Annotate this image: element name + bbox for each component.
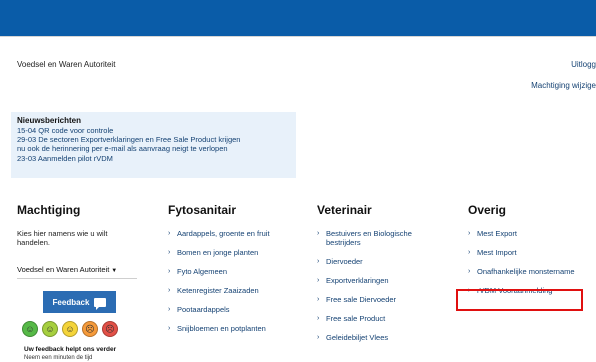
list-item[interactable]: › Aardappels, groente en fruit — [168, 229, 303, 238]
chevron-right-icon: › — [168, 325, 171, 332]
list-item[interactable]: › Bestuivers en Biologische bestrijders — [317, 229, 442, 247]
chevron-right-icon: › — [168, 249, 171, 256]
news-title: Nieuwsberichten — [17, 116, 82, 125]
list-item[interactable]: › Geleidebiljet Vlees — [317, 333, 442, 342]
news-item[interactable]: 15-04 QR code voor controle — [17, 126, 290, 135]
news-item[interactable]: 23-03 Aanmelden pilot rVDM — [17, 154, 290, 163]
chevron-right-icon: › — [317, 277, 320, 284]
organization-name: Voedsel en Waren Autoriteit — [17, 60, 116, 69]
list-item[interactable]: › Pootaardappels — [168, 305, 303, 314]
select-underline — [17, 278, 137, 279]
list-item[interactable]: › Onafhankelijke monstername — [468, 267, 596, 276]
machtiging-description: Kies hier namens wie u wilt handelen. — [17, 229, 108, 247]
sad-face-icon[interactable]: ☹ — [82, 321, 98, 337]
highlight-box — [456, 289, 583, 311]
top-header-bar — [0, 0, 596, 36]
chevron-right-icon: › — [317, 334, 320, 341]
list-item[interactable]: › Ketenregister Zaaizaden — [168, 286, 303, 295]
fytosanitair-list: › Aardappels, groente en fruit › Bomen en … — [168, 229, 303, 343]
chevron-right-icon: › — [317, 296, 320, 303]
chevron-down-icon: ▼ — [111, 268, 118, 274]
very-sad-face-icon[interactable]: ☹ — [102, 321, 118, 337]
chevron-right-icon: › — [168, 287, 171, 294]
chevron-right-icon: › — [317, 258, 320, 265]
speech-bubble-icon — [94, 297, 107, 310]
happy-face-icon[interactable]: ☺ — [42, 321, 58, 337]
header-divider — [0, 36, 596, 37]
list-item[interactable]: › Mest Import — [468, 248, 596, 257]
list-item[interactable]: › Diervoeder — [317, 257, 442, 266]
organization-select[interactable]: Voedsel en Waren Autoriteit ▼ — [17, 265, 117, 274]
chevron-right-icon: › — [168, 268, 171, 275]
chevron-right-icon: › — [468, 249, 471, 256]
list-item[interactable]: › Mest Export — [468, 229, 596, 238]
feedback-subtext: Neem een minuten de tijd — [24, 355, 93, 361]
news-item[interactable]: 29-03 De sectoren Exportverklaringen en … — [17, 135, 290, 144]
list-item[interactable]: › Exportverklaringen — [317, 276, 442, 285]
logout-link[interactable]: Uitlogg — [571, 60, 596, 69]
chevron-right-icon: › — [168, 230, 171, 237]
chevron-right-icon: › — [317, 230, 320, 237]
chevron-right-icon: › — [468, 268, 471, 275]
chevron-right-icon: › — [468, 230, 471, 237]
fytosanitair-title: Fytosanitair — [168, 203, 237, 217]
list-item[interactable]: › Free sale Product — [317, 314, 442, 323]
organization-select-value: Voedsel en Waren Autoriteit — [17, 265, 110, 274]
feedback-button[interactable]: Feedback — [43, 291, 116, 313]
feedback-text: Uw feedback helpt ons verder — [24, 346, 117, 353]
news-item[interactable]: nu ook de herinnering per e-mail als aan… — [17, 144, 290, 153]
list-item[interactable]: › Free sale Diervoeder — [317, 295, 442, 304]
feedback-rating: ☺ ☺ ☺ ☹ ☹ — [22, 321, 118, 337]
very-happy-face-icon[interactable]: ☺ — [22, 321, 38, 337]
veterinair-title: Veterinair — [317, 203, 372, 217]
news-panel: Nieuwsberichten 15-04 QR code voor contr… — [11, 112, 296, 178]
overig-title: Overig — [468, 203, 507, 217]
chevron-right-icon: › — [317, 315, 320, 322]
machtiging-title: Machtiging — [17, 203, 81, 217]
list-item[interactable]: › Fyto Algemeen — [168, 267, 303, 276]
list-item[interactable]: › Bomen en jonge planten — [168, 248, 303, 257]
change-mandate-link[interactable]: Machtiging wijzige — [531, 81, 596, 90]
neutral-face-icon[interactable]: ☺ — [62, 321, 78, 337]
list-item[interactable]: › Snijbloemen en potplanten — [168, 324, 303, 333]
feedback-label: Feedback — [52, 297, 90, 307]
veterinair-list: › Bestuivers en Biologische bestrijders ›… — [317, 229, 442, 352]
chevron-right-icon: › — [168, 306, 171, 313]
